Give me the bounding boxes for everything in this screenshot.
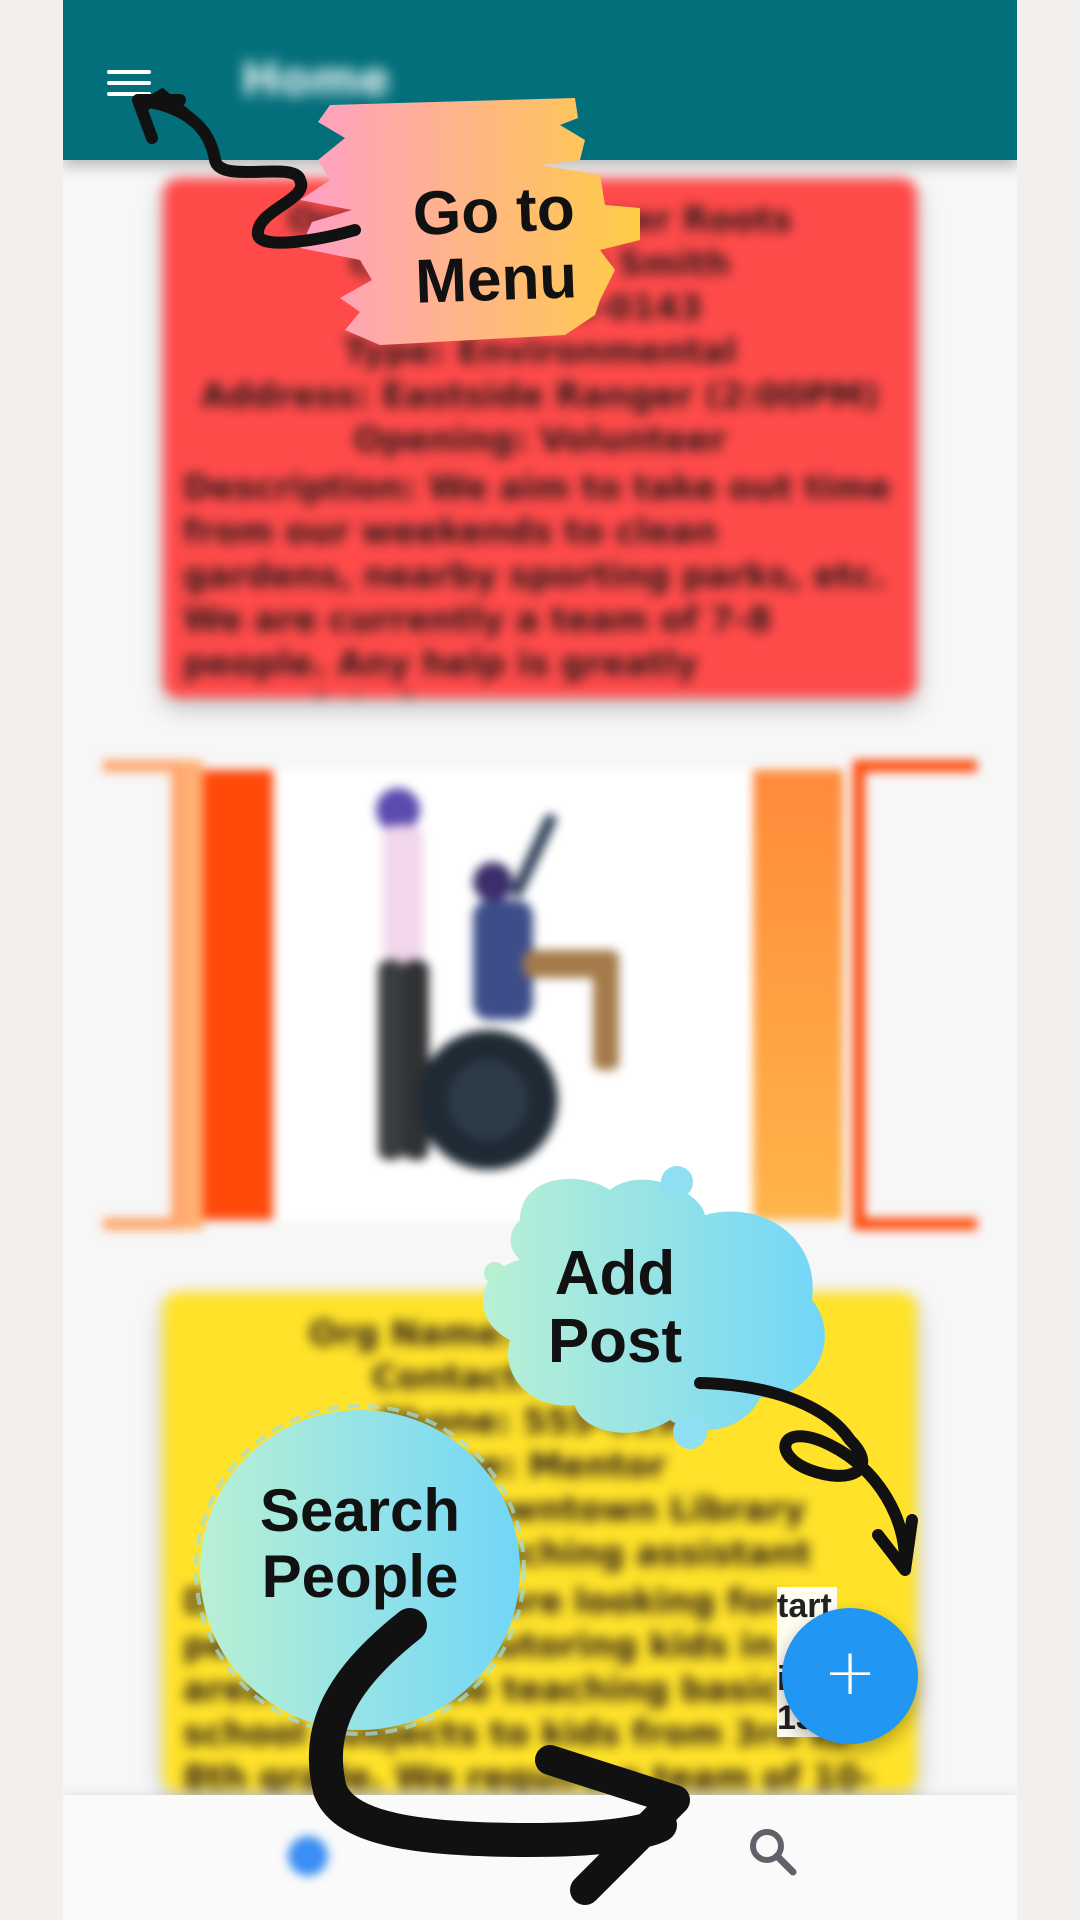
- carousel-frame-right: [853, 760, 977, 1230]
- people-illustration: [376, 788, 619, 1170]
- search-icon: [750, 1829, 797, 1876]
- carousel-stripe: [183, 760, 203, 1230]
- add-post-callout-label: Add Post: [547, 1239, 683, 1377]
- post-line: Address: Eastside Ranger (2:00PM): [200, 376, 880, 416]
- page-title: Home: [241, 52, 391, 106]
- menu-icon-bar: [107, 92, 151, 96]
- carousel-stripe: [753, 770, 843, 1220]
- post-line: Org Name: Bright Minds: [308, 1314, 772, 1354]
- search-tab[interactable]: [743, 1822, 803, 1882]
- post-description: Description: We aim to take out time fro…: [183, 468, 891, 698]
- image-carousel[interactable]: [103, 760, 977, 1230]
- bottom-navigation: [63, 1795, 1017, 1920]
- menu-icon: [107, 70, 151, 74]
- carousel-image: [273, 770, 753, 1220]
- home-tab[interactable]: [278, 1826, 338, 1886]
- carousel-frame-left: [103, 760, 183, 1230]
- post-line: Contact: Alex Lee: [371, 1358, 709, 1398]
- menu-callout-label: Go to Menu: [411, 174, 579, 317]
- post-line: Type: Environmental: [343, 332, 737, 372]
- menu-button[interactable]: [103, 58, 157, 108]
- plus-icon: +: [823, 1636, 877, 1710]
- home-icon: [288, 1836, 328, 1876]
- post-line: Phone: 555-0198: [377, 1402, 703, 1442]
- post-line: Opening: Volunteer: [353, 420, 727, 460]
- search-callout-label: Search People: [259, 1477, 461, 1610]
- add-post-button[interactable]: +: [782, 1608, 918, 1744]
- app-bar: Home: [63, 0, 1017, 160]
- menu-icon-bar: [107, 81, 151, 85]
